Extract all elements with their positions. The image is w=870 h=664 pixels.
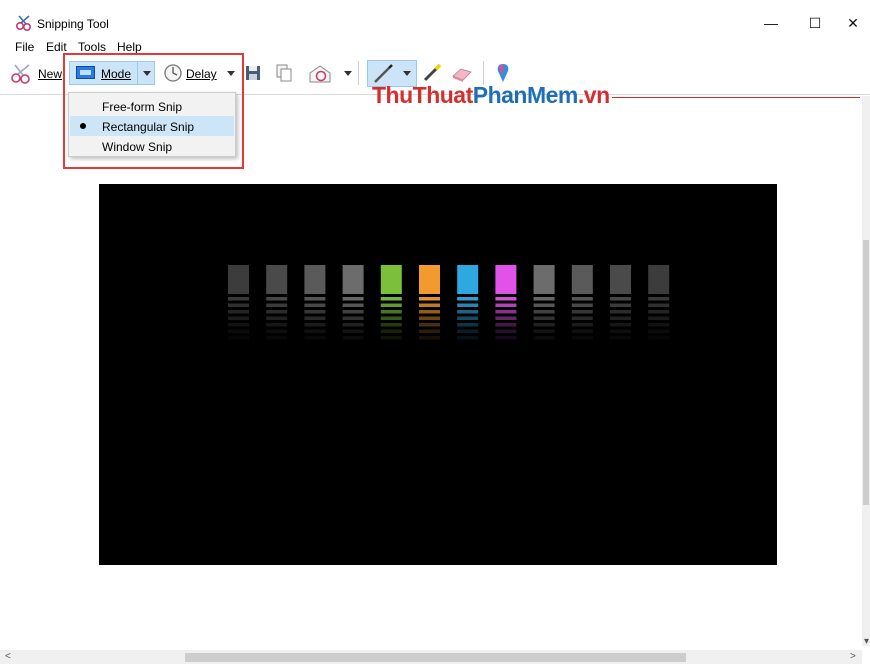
- delay-chevron-down-icon[interactable]: [227, 71, 235, 76]
- send-snip-icon[interactable]: [308, 64, 332, 87]
- delay-button[interactable]: Delay: [186, 67, 217, 81]
- watermark-part2: PhanMem: [472, 82, 579, 108]
- menu-help[interactable]: Help: [117, 40, 142, 54]
- image-bar: [495, 265, 517, 340]
- minimize-button[interactable]: —: [748, 8, 794, 38]
- image-bar: [266, 265, 288, 340]
- selected-bullet-icon: [80, 123, 86, 129]
- scroll-left-button[interactable]: <: [5, 651, 11, 662]
- option-label: Free-form Snip: [102, 100, 183, 114]
- scroll-down-icon[interactable]: ▾: [864, 636, 869, 647]
- mode-label: Mode: [101, 67, 132, 81]
- watermark: ThuThuatPhanMem.vn: [372, 82, 610, 109]
- image-bar: [304, 265, 326, 340]
- title-bar: [0, 0, 870, 36]
- menu-file[interactable]: File: [15, 40, 34, 54]
- image-bar: [228, 265, 249, 340]
- menu-option-rectangular[interactable]: Rectangular Snip: [70, 116, 234, 136]
- watermark-part3: .vn: [577, 82, 610, 108]
- watermark-underline: [612, 97, 860, 98]
- menu-option-free-form[interactable]: Free-form Snip: [70, 96, 234, 116]
- toolbar-separator: [358, 61, 359, 85]
- image-bar: [648, 265, 670, 340]
- mode-dropdown-menu: Free-form Snip Rectangular Snip Window S…: [68, 92, 236, 157]
- scroll-right-button[interactable]: >: [850, 651, 856, 662]
- image-bar: [571, 265, 593, 340]
- clock-icon: [163, 63, 183, 86]
- new-snip-icon: [10, 64, 34, 87]
- image-bar: [419, 265, 440, 340]
- window-title: Snipping Tool: [37, 17, 109, 31]
- image-bar: [380, 265, 402, 340]
- send-chevron-down-icon[interactable]: [344, 71, 352, 76]
- maximize-button[interactable]: ☐: [792, 8, 838, 38]
- menu-edit[interactable]: Edit: [46, 40, 67, 54]
- rectangle-snip-icon: [76, 66, 95, 79]
- captured-image: [228, 265, 670, 340]
- pen-chevron-down-icon[interactable]: [403, 71, 411, 76]
- horizontal-scroll-thumb[interactable]: [185, 653, 686, 662]
- image-bar: [533, 265, 555, 340]
- mode-chevron-down-icon: [143, 71, 151, 76]
- copy-icon[interactable]: [276, 64, 292, 85]
- snip-canvas: [99, 184, 777, 565]
- image-bar: [457, 265, 479, 340]
- vertical-scroll-thumb[interactable]: [863, 240, 869, 505]
- scissors-icon: [15, 15, 33, 34]
- new-button[interactable]: New: [38, 67, 62, 81]
- option-label: Rectangular Snip: [102, 120, 195, 134]
- menu-tools[interactable]: Tools: [78, 40, 106, 54]
- close-button[interactable]: ✕: [836, 8, 870, 38]
- option-label: Window Snip: [102, 140, 173, 154]
- save-icon[interactable]: [245, 65, 261, 84]
- watermark-part1: ThuThuat: [372, 82, 473, 108]
- image-bar: [342, 265, 364, 340]
- image-bar: [610, 265, 631, 340]
- menu-option-window[interactable]: Window Snip: [70, 136, 234, 156]
